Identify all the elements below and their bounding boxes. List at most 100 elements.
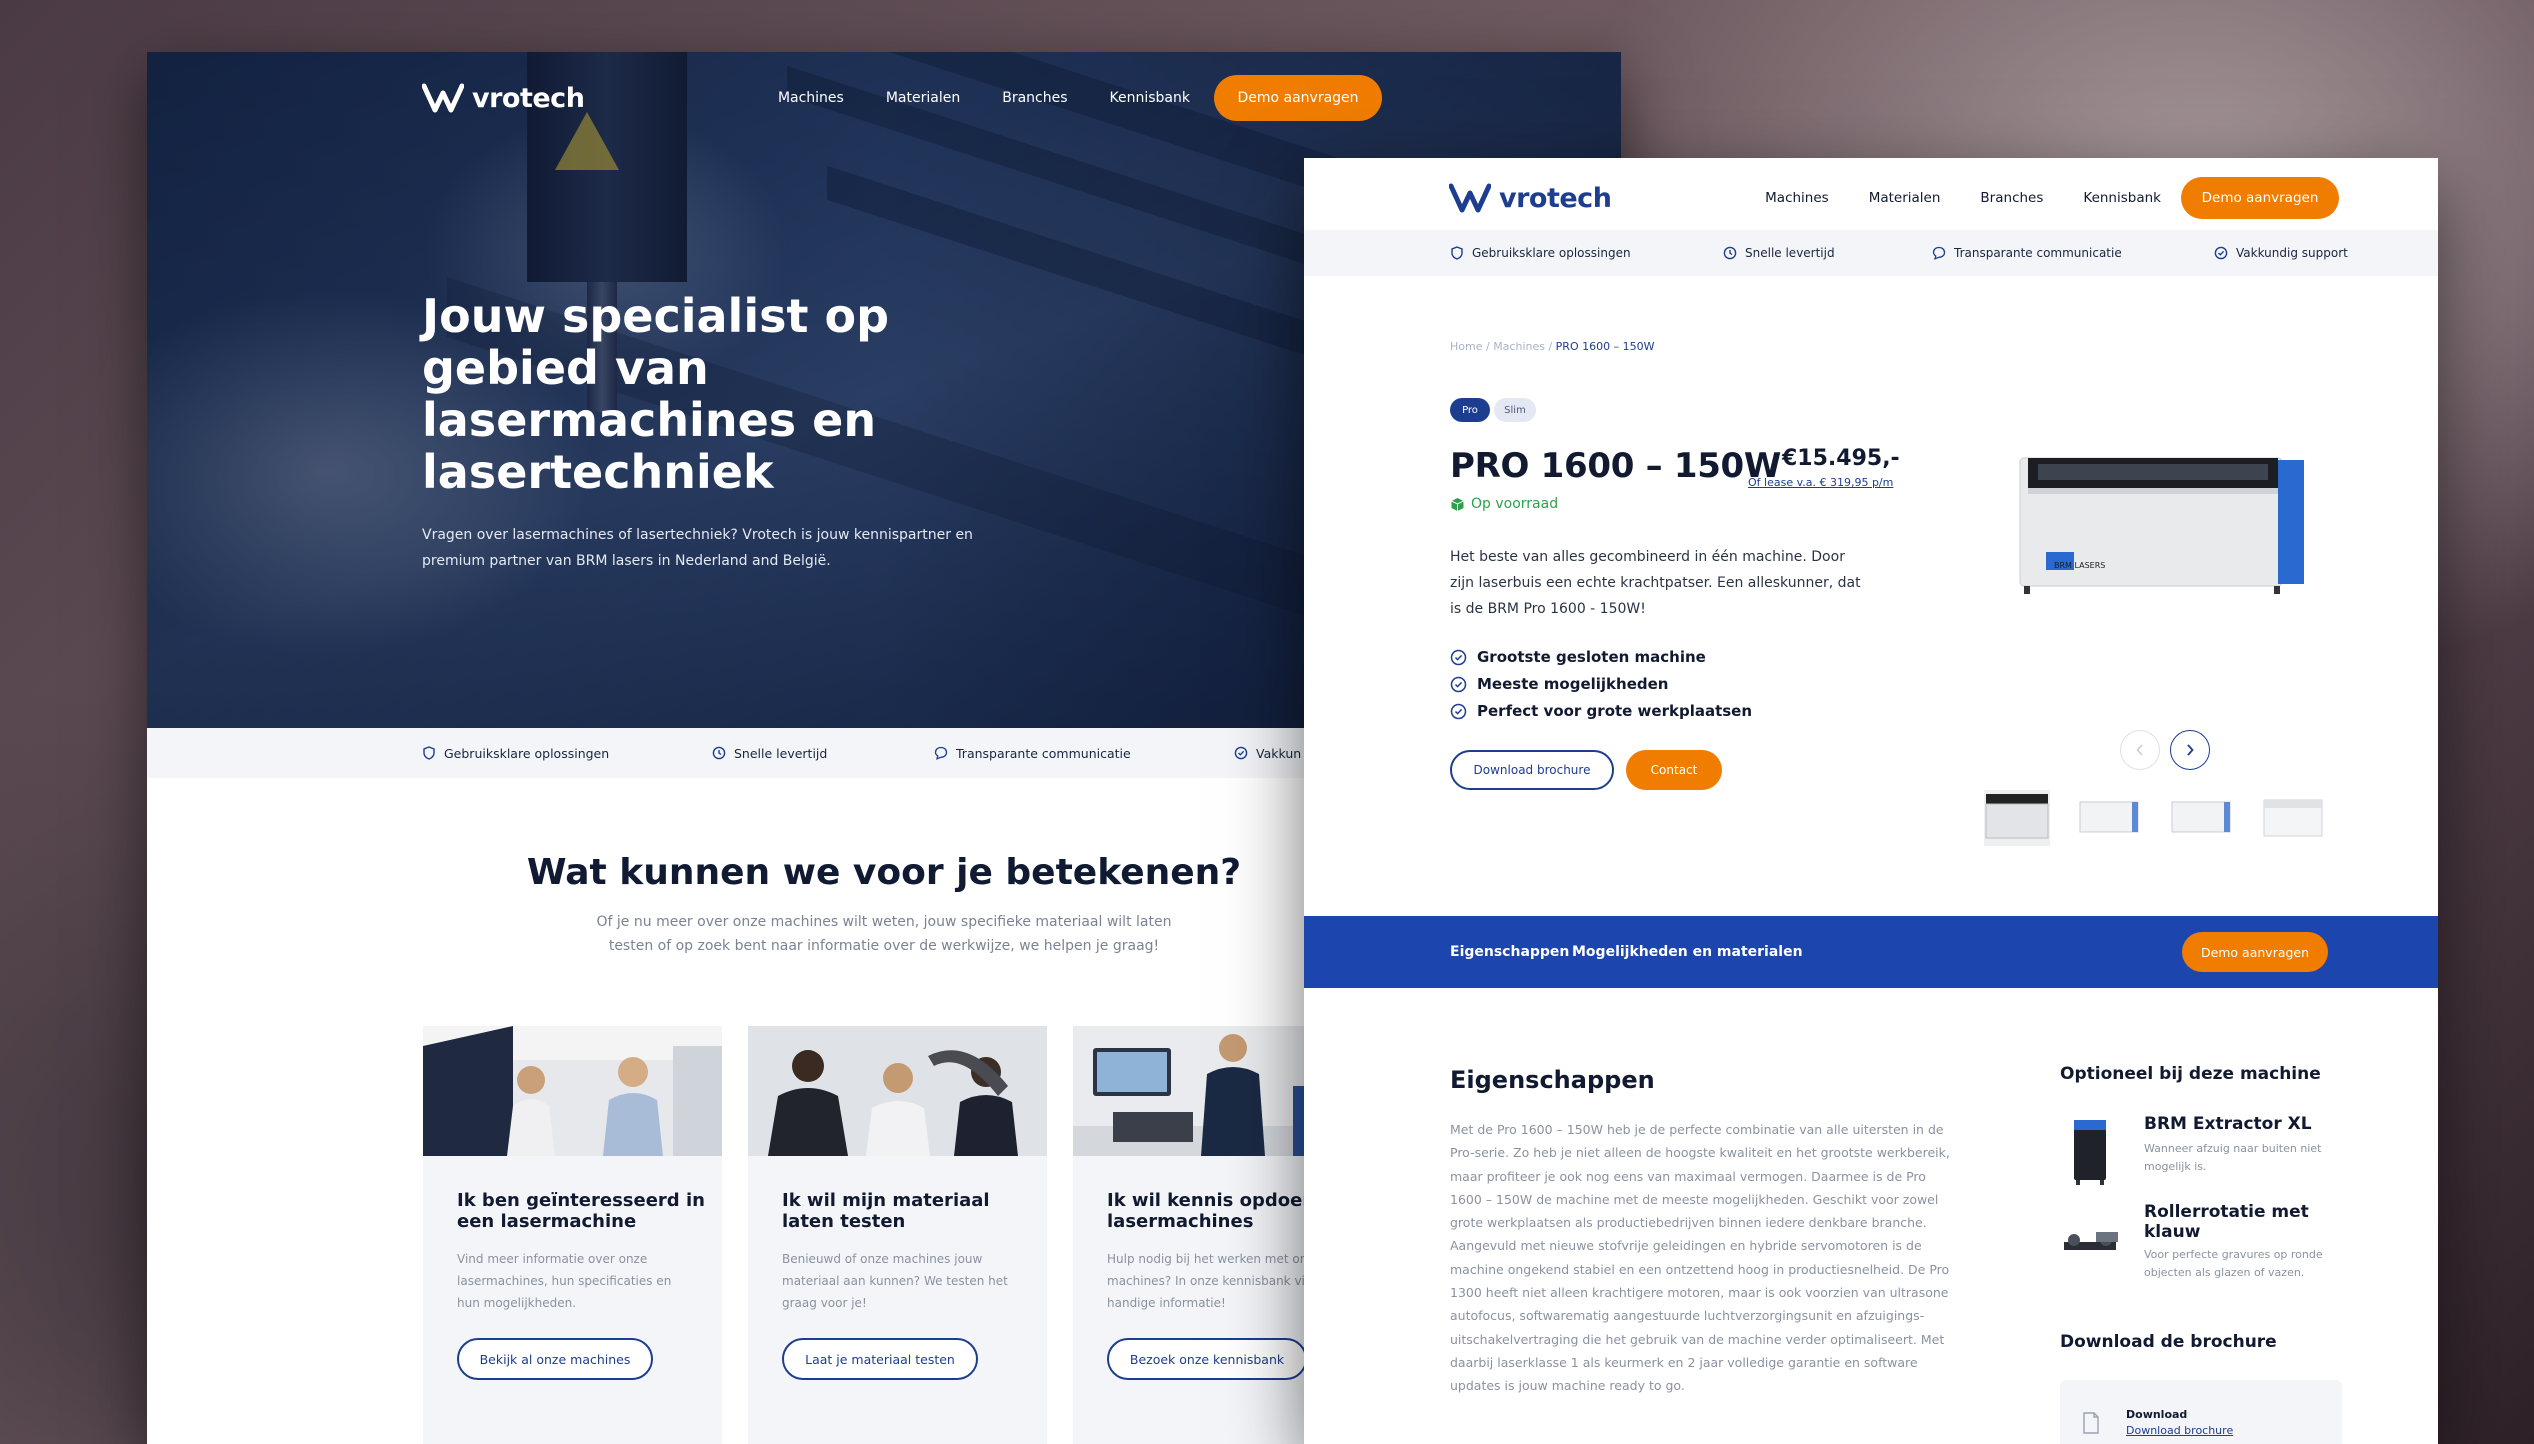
usp-label: Vakkun	[1256, 745, 1302, 761]
breadcrumb-separator: /	[1544, 340, 1556, 353]
product-thumbnail[interactable]	[2260, 790, 2326, 846]
product-thumbnail[interactable]	[2168, 790, 2234, 846]
usp-label: Transparante communicatie	[956, 745, 1131, 761]
visit-knowledgebase-button[interactable]: Bezoek onze kennisbank	[1107, 1338, 1307, 1380]
card-text: Vind meer informatie over onze lasermach…	[457, 1252, 672, 1310]
nav-item-kennisbank[interactable]: Kennisbank	[2083, 190, 2161, 206]
usp-bar: Gebruiksklare oplossingen Snelle leverti…	[1304, 230, 2438, 276]
contact-button[interactable]: Contact	[1626, 750, 1722, 790]
service-card: Ik wil mijn materiaal laten testen Benie…	[748, 1026, 1047, 1444]
demo-request-button[interactable]: Demo aanvragen	[2181, 177, 2339, 219]
clock-icon	[1723, 246, 1737, 260]
usp-item: Vakkun	[1234, 746, 1301, 761]
download-label: Download	[2126, 1408, 2188, 1421]
check-circle-icon	[1450, 649, 1467, 665]
optional-name: BRM Extractor XL	[2144, 1114, 2312, 1134]
tag-slim[interactable]: Slim	[1494, 398, 1536, 422]
product-description: Het beste van alles gecombineerd in één …	[1450, 549, 1861, 617]
extractor-image	[2074, 1120, 2106, 1185]
demo-request-button[interactable]: Demo aanvragen	[1214, 75, 1382, 121]
download-brochure-button[interactable]: Download brochure	[1450, 750, 1614, 790]
main-nav: vrotech Machines Materialen Branches Ken…	[1449, 174, 2339, 222]
roller-rotation-image	[2064, 1232, 2118, 1250]
card-photo	[423, 1026, 722, 1156]
product-thumbnail[interactable]	[1984, 790, 2050, 846]
download-title: Download de brochure	[2060, 1332, 2277, 1352]
optional-desc: Wanneer afzuig naar buiten niet mogelijk…	[2144, 1142, 2322, 1173]
usp-item: Snelle levertijd	[712, 746, 934, 761]
stock-status: Op voorraad	[1450, 496, 1558, 512]
nav-item-machines[interactable]: Machines	[778, 90, 844, 106]
carousel-next-button[interactable]	[2170, 730, 2210, 770]
card-text: Hulp nodig bij het werken met onz machin…	[1107, 1252, 1314, 1310]
download-box: Download Download brochure	[2060, 1380, 2342, 1444]
product-image: BRM LASERS	[2016, 448, 2306, 598]
nav-item-machines[interactable]: Machines	[1765, 190, 1829, 206]
carousel-prev-button[interactable]	[2120, 730, 2160, 770]
tab-eigenschappen[interactable]: Eigenschappen	[1450, 916, 1569, 988]
hero-subtitle: Vragen over lasermachines of lasertechni…	[422, 527, 973, 569]
breadcrumb-home[interactable]: Home	[1450, 340, 1482, 353]
breadcrumb-machines[interactable]: Machines	[1493, 340, 1545, 353]
test-material-button[interactable]: Laat je materiaal testen	[782, 1338, 978, 1380]
optional-item[interactable]: Rollerrotatie met klauw Voor perfecte gr…	[2060, 1202, 2340, 1292]
properties-text: Met de Pro 1600 – 150W heb je de perfect…	[1450, 1122, 1950, 1394]
nav-item-materialen[interactable]: Materialen	[1869, 190, 1941, 206]
usp-label: Snelle levertijd	[1745, 246, 1835, 260]
shield-icon	[1451, 246, 1463, 260]
chevron-left-icon	[2136, 744, 2143, 756]
usp-label: Transparante communicatie	[1954, 246, 2122, 260]
vrotech-logo-icon	[422, 83, 464, 113]
chat-bubble-icon	[934, 746, 948, 760]
logo[interactable]: vrotech	[422, 83, 585, 114]
usp-item: Transparante communicatie	[934, 746, 1234, 761]
download-brochure-link[interactable]: Download brochure	[2126, 1424, 2233, 1437]
logo[interactable]: vrotech	[1449, 182, 1612, 214]
usp-item: Snelle levertijd	[1723, 246, 1932, 260]
breadcrumb-separator: /	[1482, 340, 1494, 353]
tag-pro[interactable]: Pro	[1450, 398, 1490, 422]
card-text: Benieuwd of onze machines jouw materiaal…	[782, 1252, 1008, 1310]
shield-icon	[423, 746, 435, 760]
usp-item: Gebruiksklare oplossingen	[422, 746, 712, 761]
feature-label: Grootste gesloten machine	[1477, 648, 1706, 666]
clock-icon	[712, 746, 726, 760]
check-circle-icon	[2214, 246, 2228, 260]
feature-item: Perfect voor grote werkplaatsen	[1450, 702, 1752, 720]
document-icon	[2083, 1412, 2099, 1434]
feature-label: Meeste mogelijkheden	[1477, 675, 1669, 693]
optional-item[interactable]: BRM Extractor XL Wanneer afzuig naar bui…	[2060, 1114, 2340, 1194]
product-thumbnail[interactable]	[2076, 790, 2142, 846]
check-circle-icon	[1234, 746, 1248, 760]
usp-item: Vakkundig support	[2214, 246, 2348, 260]
logo-text: vrotech	[1499, 182, 1612, 214]
check-circle-icon	[1450, 703, 1467, 719]
tab-mogelijkheden[interactable]: Mogelijkheden en materialen	[1572, 916, 1803, 988]
nav-links: Machines Materialen Branches Kennisbank	[778, 90, 1190, 106]
main-nav: vrotech Machines Materialen Branches Ken…	[422, 70, 1382, 126]
chat-bubble-icon	[1932, 246, 1946, 260]
demo-request-button[interactable]: Demo aanvragen	[2182, 932, 2328, 972]
machine-brand-label: BRM LASERS	[2054, 561, 2105, 570]
optional-desc: Voor perfecte gravures op ronde objecten…	[2144, 1248, 2323, 1279]
nav-item-branches[interactable]: Branches	[1980, 190, 2043, 206]
properties-title: Eigenschappen	[1450, 1066, 1655, 1094]
nav-item-branches[interactable]: Branches	[1002, 90, 1067, 106]
breadcrumb: Home / Machines / PRO 1600 – 150W	[1450, 340, 1654, 353]
check-circle-icon	[1450, 676, 1467, 692]
service-card: Ik ben geïnteresseerd in een lasermachin…	[423, 1026, 722, 1444]
vrotech-logo-icon	[1449, 183, 1491, 213]
lease-link[interactable]: Of lease v.a. € 319,95 p/m	[1748, 476, 1893, 489]
view-machines-button[interactable]: Bekijk al onze machines	[457, 1338, 653, 1380]
usp-label: Gebruiksklare oplossingen	[444, 745, 610, 761]
breadcrumb-current: PRO 1600 – 150W	[1555, 340, 1655, 353]
stock-label: Op voorraad	[1471, 496, 1559, 512]
chevron-right-icon	[2187, 744, 2194, 756]
product-title: PRO 1600 – 150W	[1450, 446, 1782, 486]
nav-item-kennisbank[interactable]: Kennisbank	[1110, 90, 1190, 106]
product-price: €15.495,-	[1782, 446, 1900, 471]
usp-item: Transparante communicatie	[1932, 246, 2214, 260]
feature-label: Perfect voor grote werkplaatsen	[1477, 702, 1753, 720]
usp-label: Gebruiksklare oplossingen	[1472, 246, 1631, 260]
nav-item-materialen[interactable]: Materialen	[886, 90, 960, 106]
